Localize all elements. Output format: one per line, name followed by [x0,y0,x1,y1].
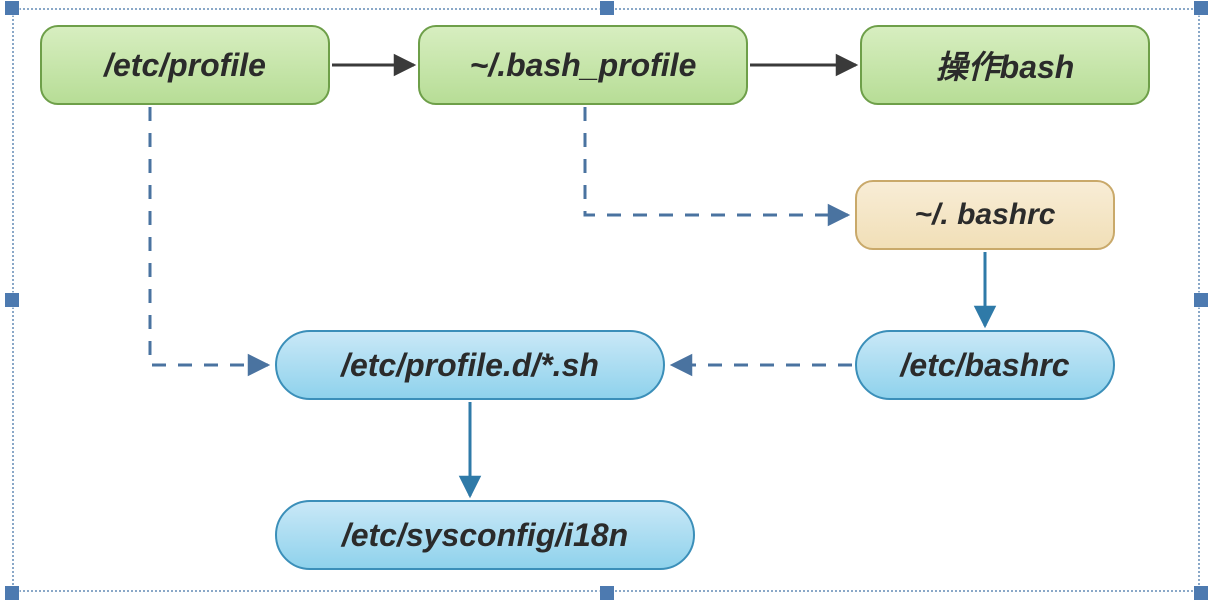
node-bashrc-home[interactable]: ~/. bashrc [855,180,1115,250]
selection-handle[interactable] [1194,293,1208,307]
node-operate-bash[interactable]: 操作bash [860,25,1150,105]
selection-handle[interactable] [1194,1,1208,15]
node-label: 操作bash [936,42,1075,88]
node-label: ~/. bashrc [915,198,1056,232]
node-bash-profile[interactable]: ~/.bash_profile [418,25,748,105]
selection-handle[interactable] [600,586,614,600]
node-profile-d[interactable]: /etc/profile.d/*.sh [275,330,665,400]
node-etc-bashrc[interactable]: /etc/bashrc [855,330,1115,400]
selection-handle[interactable] [5,1,19,15]
node-label: /etc/profile [104,47,266,84]
node-sysconfig-i18n[interactable]: /etc/sysconfig/i18n [275,500,695,570]
node-label: /etc/profile.d/*.sh [341,347,599,384]
selection-handle[interactable] [5,293,19,307]
selection-handle[interactable] [1194,586,1208,600]
node-label: /etc/sysconfig/i18n [342,517,628,554]
node-label: /etc/bashrc [901,347,1070,384]
node-etc-profile[interactable]: /etc/profile [40,25,330,105]
diagram-canvas: /etc/profile ~/.bash_profile 操作bash ~/. … [0,0,1214,606]
selection-handle[interactable] [600,1,614,15]
selection-handle[interactable] [5,586,19,600]
node-label: ~/.bash_profile [470,47,697,84]
